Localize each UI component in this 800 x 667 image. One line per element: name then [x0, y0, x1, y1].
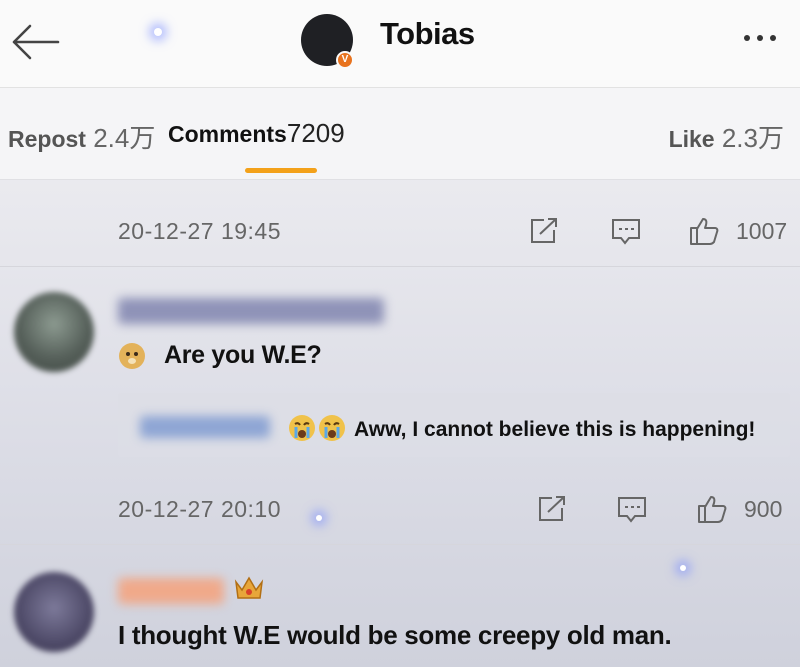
tab-count: 2.4万 — [93, 123, 156, 153]
crying-emoji-icon — [319, 415, 345, 441]
divider — [0, 544, 800, 545]
more-button[interactable] — [744, 28, 788, 48]
comment-text: Are you W.E? — [164, 341, 322, 369]
back-arrow-icon — [12, 24, 60, 60]
username-blurred[interactable] — [118, 578, 224, 604]
share-icon[interactable] — [528, 216, 560, 246]
tab-repost[interactable]: Repost 2.4万 — [8, 118, 155, 155]
comment-text: I thought W.E would be some creepy old m… — [118, 620, 672, 650]
timestamp: 20-12-27 20:10 — [118, 496, 282, 522]
verified-badge: V — [336, 51, 354, 69]
thumbs-up-icon[interactable] — [696, 494, 728, 524]
comment-meta: 20-12-27 19:45 1007 — [0, 210, 800, 254]
divider — [0, 266, 800, 267]
avatar[interactable] — [14, 292, 94, 372]
page-title: Tobias — [380, 16, 475, 51]
thumbs-up-icon[interactable] — [688, 216, 720, 246]
comment-icon[interactable] — [610, 216, 642, 246]
reply-username-blurred[interactable] — [140, 416, 270, 438]
light-flare — [316, 515, 322, 521]
active-tab-indicator — [245, 168, 317, 173]
comment-icon[interactable] — [616, 494, 648, 524]
light-flare — [680, 565, 686, 571]
reply-text: Aww, I cannot believe this is happening! — [354, 418, 756, 441]
light-flare — [154, 28, 162, 36]
tab-like[interactable]: Like 2.3万 — [669, 118, 784, 155]
crown-badge-icon — [234, 576, 264, 599]
doge-emoji-icon — [119, 343, 145, 369]
tab-count: 7209 — [286, 118, 345, 148]
tab-count: 2.3万 — [721, 123, 784, 153]
tab-comments[interactable]: Comments7209 — [168, 118, 345, 149]
crying-emoji-icon — [289, 415, 315, 441]
timestamp: 20-12-27 19:45 — [118, 218, 282, 244]
tab-label: Like — [668, 126, 715, 152]
tab-label: Repost — [8, 126, 86, 152]
username-blurred[interactable] — [118, 298, 384, 324]
share-icon[interactable] — [536, 494, 568, 524]
like-count: 900 — [744, 496, 783, 522]
like-count: 1007 — [736, 218, 788, 244]
tab-bar: Repost 2.4万 Comments7209 Like 2.3万 — [0, 88, 800, 180]
tab-label: Comments — [168, 121, 287, 147]
top-bar: V Tobias — [0, 0, 800, 88]
back-button[interactable] — [8, 22, 60, 62]
more-icon — [744, 35, 750, 41]
comment-meta: 20-12-27 20:10 900 — [0, 488, 800, 532]
avatar[interactable] — [14, 572, 94, 652]
